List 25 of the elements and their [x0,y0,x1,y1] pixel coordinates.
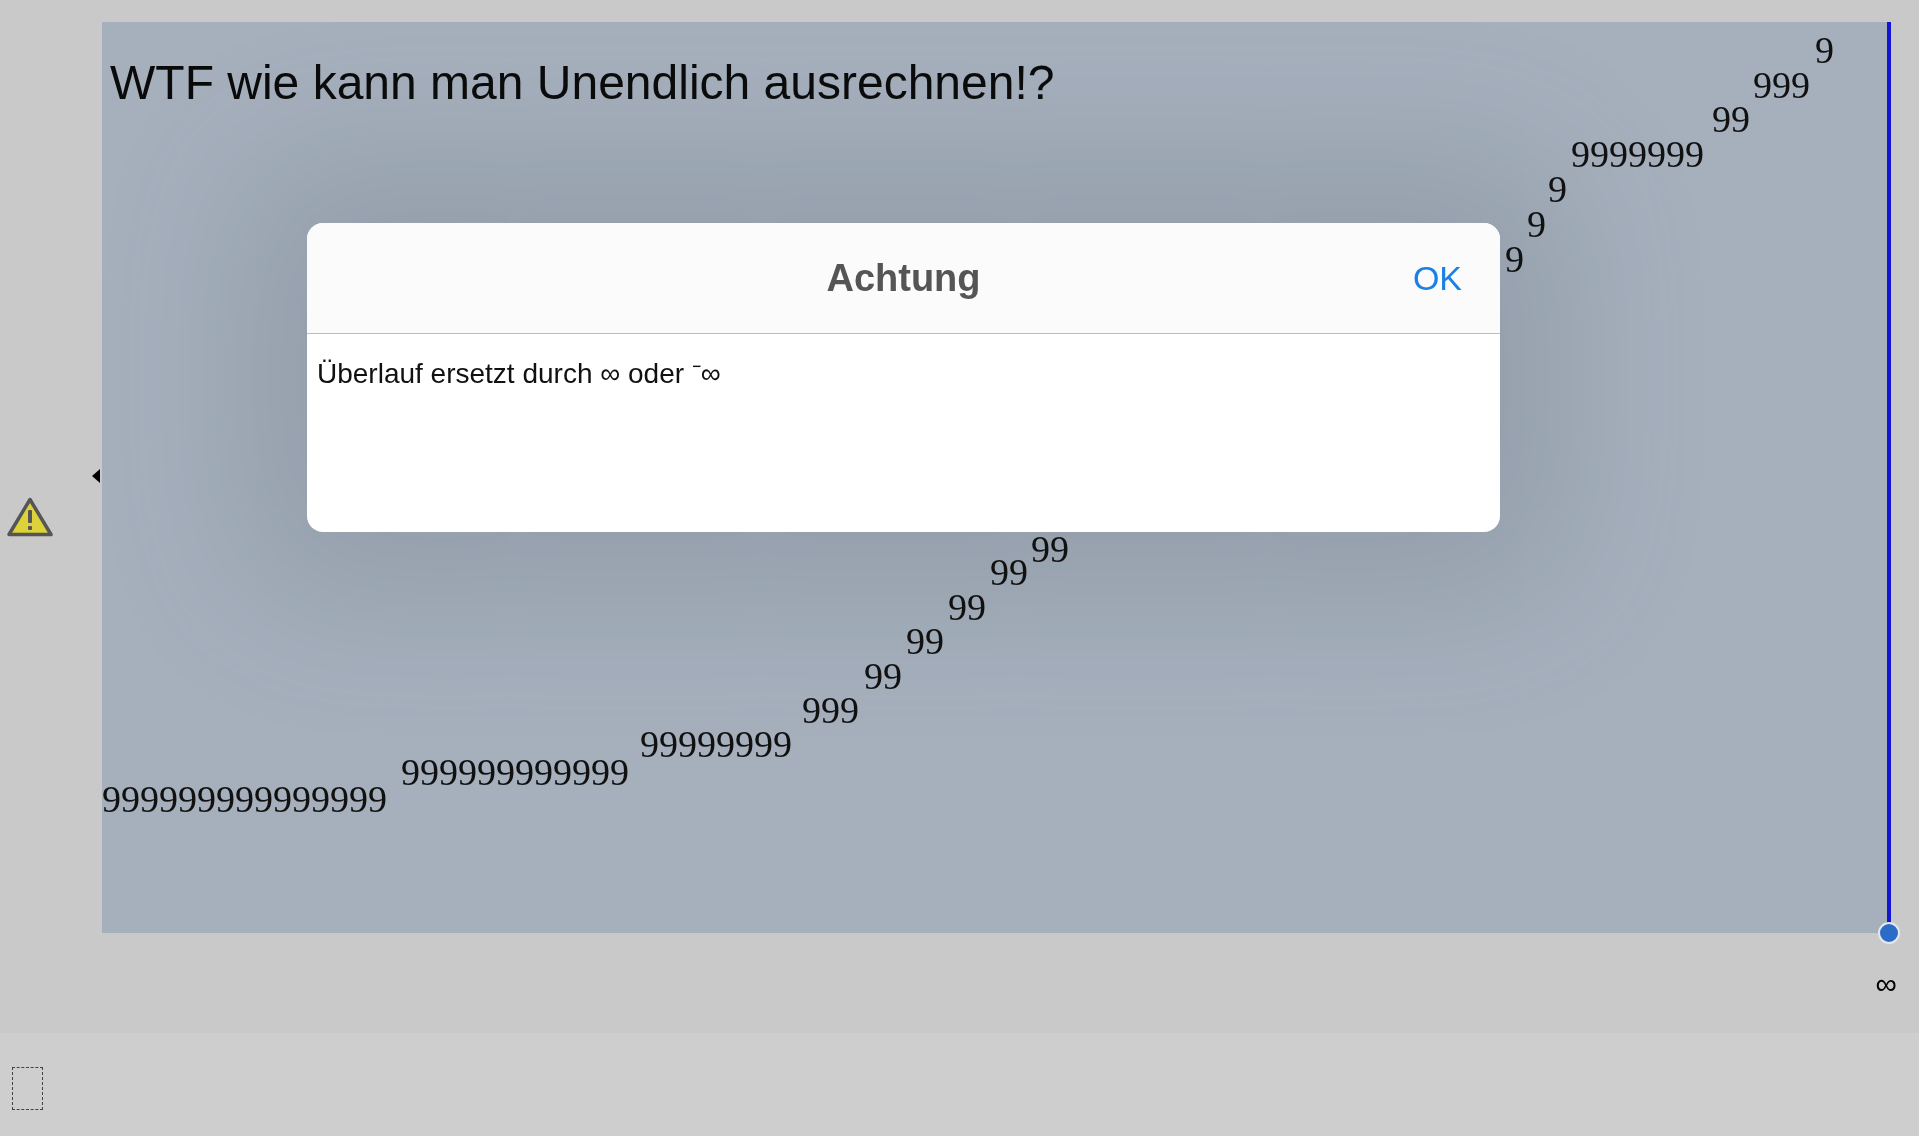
digit-text: 9 [1815,37,1834,63]
digit-text: 9 [1548,176,1567,202]
digit-text: 999999999999 [401,759,629,785]
digit-text: 99 [906,628,944,654]
point-icon[interactable] [1878,922,1900,944]
digit-text: 999 [1753,72,1810,98]
digit-text: 9 [1527,211,1546,237]
ok-button[interactable]: OK [1412,258,1462,298]
dialog-message: Überlauf ersetzt durch ∞ oder ⁻∞ [317,358,721,390]
empty-input-box[interactable] [12,1067,43,1110]
digit-text: 99 [864,663,902,689]
digit-text: 99 [1031,536,1069,562]
digit-text: 99 [990,559,1028,585]
dialog-title: Achtung [826,256,981,300]
digit-text: 9999999 [1571,141,1704,167]
digit-text: 999 [802,697,859,723]
collapse-arrow-icon[interactable] [92,469,100,483]
digit-text: 999999999999999 [102,786,387,812]
digit-text: 99 [948,594,986,620]
digit-text: 99 [1712,106,1750,132]
digit-text: 9 [1505,246,1524,272]
warning-icon [7,497,53,537]
digit-text: 99999999 [640,731,792,757]
point-label: ∞ [1875,967,1897,1001]
canvas-text: WTF wie kann man Unendlich ausrechnen!? [110,55,1055,110]
